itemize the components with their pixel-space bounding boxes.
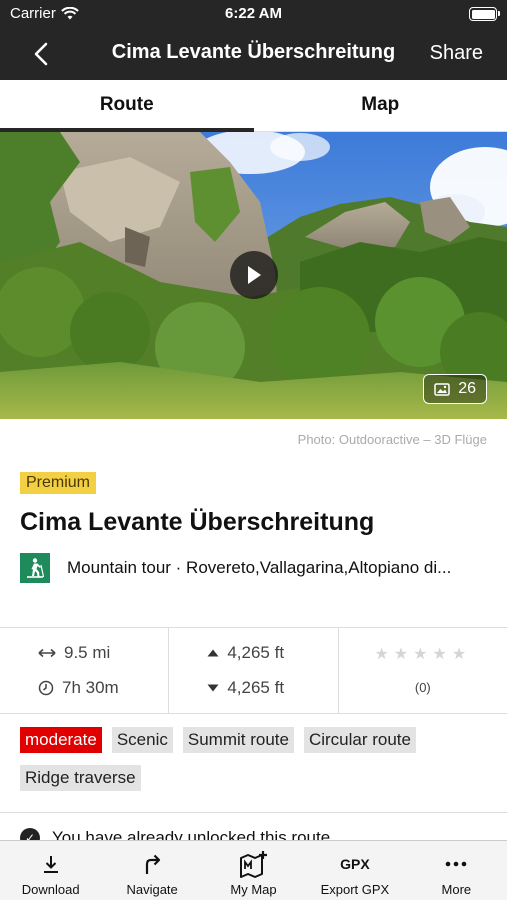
tab-bar: Route Map xyxy=(0,80,507,132)
descent-stat: 4,265 ft xyxy=(207,678,284,698)
more-icon xyxy=(446,861,467,867)
photo-gallery-button[interactable]: 26 xyxy=(423,374,487,404)
divider xyxy=(0,812,507,813)
tag-scenic: Scenic xyxy=(111,727,173,753)
rating-stars: ★★★★★ xyxy=(374,646,472,663)
route-tags: moderate Scenic Summit route Circular ro… xyxy=(20,727,490,791)
tag-circular-route: Circular route xyxy=(303,727,416,753)
route-title: Cima Levante Überschreitung xyxy=(20,508,375,536)
clock-icon xyxy=(38,680,54,696)
ascent-stat: 4,265 ft xyxy=(207,643,284,663)
image-icon xyxy=(434,382,450,396)
tag-difficulty: moderate xyxy=(20,727,102,753)
duration-value: 7h 30m xyxy=(62,678,119,697)
route-type-location: Mountain tour · Rovereto,Vallagarina,Alt… xyxy=(67,558,452,577)
chevron-left-icon xyxy=(34,42,48,66)
ascent-value: 4,265 ft xyxy=(227,643,285,662)
distance-arrows-icon xyxy=(38,648,56,658)
more-button[interactable]: More xyxy=(406,841,507,900)
stats-distance-duration: 9.5 mi 7h 30m xyxy=(0,628,170,713)
navigate-button[interactable]: Navigate xyxy=(101,841,202,900)
my-map-icon xyxy=(239,851,267,878)
navigate-icon xyxy=(146,854,161,874)
route-type-row: Mountain tour · Rovereto,Vallagarina,Alt… xyxy=(20,553,490,583)
export-gpx-button[interactable]: GPX Export GPX xyxy=(304,841,405,900)
navigate-label: Navigate xyxy=(126,882,178,897)
triangle-up-icon xyxy=(207,649,219,657)
photo-credit: Photo: Outdooractive – 3D Flüge xyxy=(297,432,487,447)
tag-ridge-traverse: Ridge traverse xyxy=(20,765,141,791)
download-button[interactable]: Download xyxy=(0,841,101,900)
share-button[interactable]: Share xyxy=(430,42,483,65)
nav-title: Cima Levante Überschreitung xyxy=(111,41,396,63)
distance-value: 9.5 mi xyxy=(64,643,111,662)
hiker-icon xyxy=(20,553,50,583)
photo-count-label: 26 xyxy=(458,380,476,397)
gpx-icon: GPX xyxy=(340,856,370,872)
play-icon xyxy=(248,266,261,284)
distance-stat: 9.5 mi xyxy=(38,643,110,663)
tab-map[interactable]: Map xyxy=(254,80,507,131)
triangle-down-icon xyxy=(207,684,219,692)
export-gpx-label: Export GPX xyxy=(320,882,390,897)
back-button[interactable] xyxy=(28,40,54,68)
battery-icon xyxy=(469,7,500,21)
my-map-button[interactable]: My Map xyxy=(203,841,304,900)
status-time: 6:22 AM xyxy=(225,5,282,22)
more-label: More xyxy=(441,882,472,897)
rating-count: (0) xyxy=(414,680,431,695)
status-bar: Carrier 6:22 AM xyxy=(0,0,507,28)
tag-summit-route: Summit route xyxy=(182,727,294,753)
premium-badge: Premium xyxy=(20,472,97,494)
hero-photo[interactable]: 26 xyxy=(0,132,507,419)
descent-value: 4,265 ft xyxy=(227,678,285,697)
play-video-button[interactable] xyxy=(230,251,278,299)
duration-stat: 7h 30m xyxy=(38,678,119,698)
download-label: Download xyxy=(21,882,80,897)
bottom-toolbar: Download Navigate My Map GPX Export GPX xyxy=(0,840,507,900)
stats-rating[interactable]: ★★★★★ (0) xyxy=(339,628,507,713)
route-stats: 9.5 mi 7h 30m 4,265 ft 4,265 ft ★★★★★ (0… xyxy=(0,627,507,714)
stats-elevation: 4,265 ft 4,265 ft xyxy=(169,628,339,713)
navigation-bar: Cima Levante Überschreitung Share xyxy=(0,28,507,80)
tab-route[interactable]: Route xyxy=(0,80,254,132)
download-icon xyxy=(43,856,58,873)
my-map-label: My Map xyxy=(230,882,277,897)
